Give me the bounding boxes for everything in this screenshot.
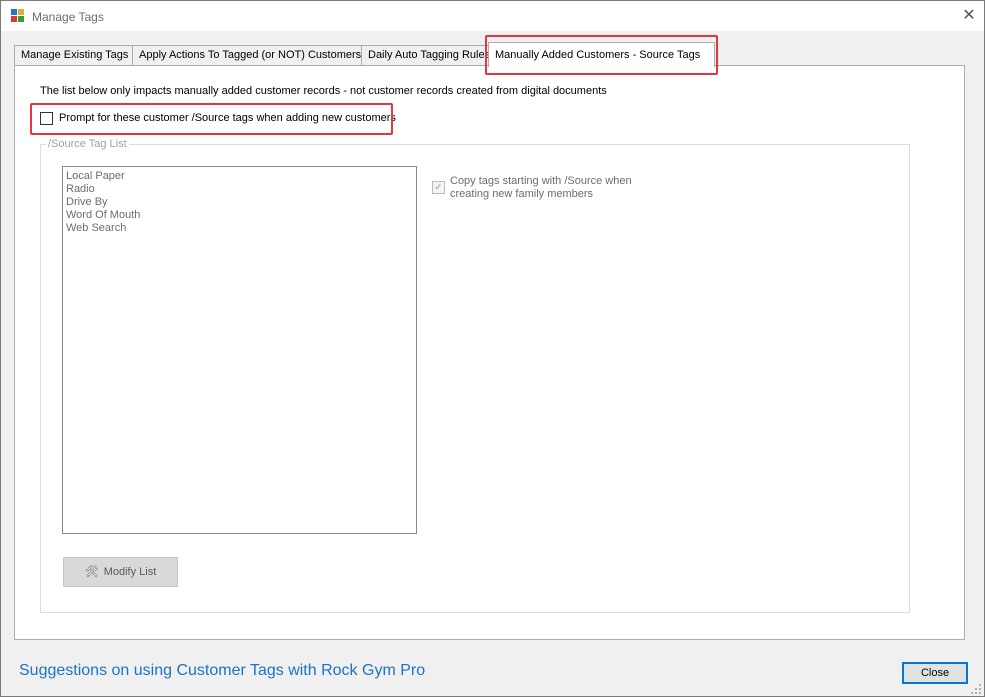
- copy-tags-label-line1: Copy tags starting with /Source when: [450, 175, 632, 187]
- tab-manually-added-customers-source-tags[interactable]: Manually Added Customers - Source Tags: [488, 42, 715, 67]
- copy-tags-label-line2: creating new family members: [450, 188, 594, 200]
- list-item[interactable]: Radio: [63, 183, 416, 196]
- tab-manage-existing-tags[interactable]: Manage Existing Tags: [14, 45, 133, 66]
- copy-tags-checkbox[interactable]: ✓: [432, 181, 445, 194]
- source-tag-list-legend: /Source Tag List: [46, 138, 129, 150]
- resize-grip-icon[interactable]: [969, 682, 983, 696]
- copy-tags-label: Copy tags starting with /Source when cre…: [450, 175, 632, 201]
- prompt-source-tags-checkbox[interactable]: [40, 112, 53, 125]
- close-button[interactable]: Close: [902, 662, 968, 684]
- info-text: The list below only impacts manually add…: [40, 85, 607, 97]
- prompt-source-tags-label[interactable]: Prompt for these customer /Source tags w…: [59, 112, 396, 124]
- customer-tags-suggestions-link[interactable]: Suggestions on using Customer Tags with …: [19, 662, 425, 680]
- source-tag-listbox[interactable]: Local Paper Radio Drive By Word Of Mouth…: [62, 166, 417, 534]
- list-item[interactable]: Web Search: [63, 222, 416, 235]
- modify-list-label: Modify List: [103, 566, 157, 578]
- list-item[interactable]: Word Of Mouth: [63, 209, 416, 222]
- list-item[interactable]: Local Paper: [63, 170, 416, 183]
- tab-apply-actions[interactable]: Apply Actions To Tagged (or NOT) Custome…: [132, 45, 362, 66]
- tab-daily-auto-tagging-rules[interactable]: Daily Auto Tagging Rules: [361, 45, 489, 66]
- title-bar[interactable]: Manage Tags ✕: [1, 1, 984, 31]
- list-item[interactable]: Drive By: [63, 196, 416, 209]
- app-icon: [11, 9, 25, 23]
- window-title: Manage Tags: [32, 10, 104, 24]
- wrench-icon: 🛠: [84, 566, 99, 578]
- modify-list-button[interactable]: 🛠 Modify List: [63, 557, 178, 587]
- manage-tags-window: Manage Tags ✕ Manage Existing Tags Apply…: [0, 0, 985, 697]
- window-close-icon[interactable]: ✕: [956, 4, 982, 28]
